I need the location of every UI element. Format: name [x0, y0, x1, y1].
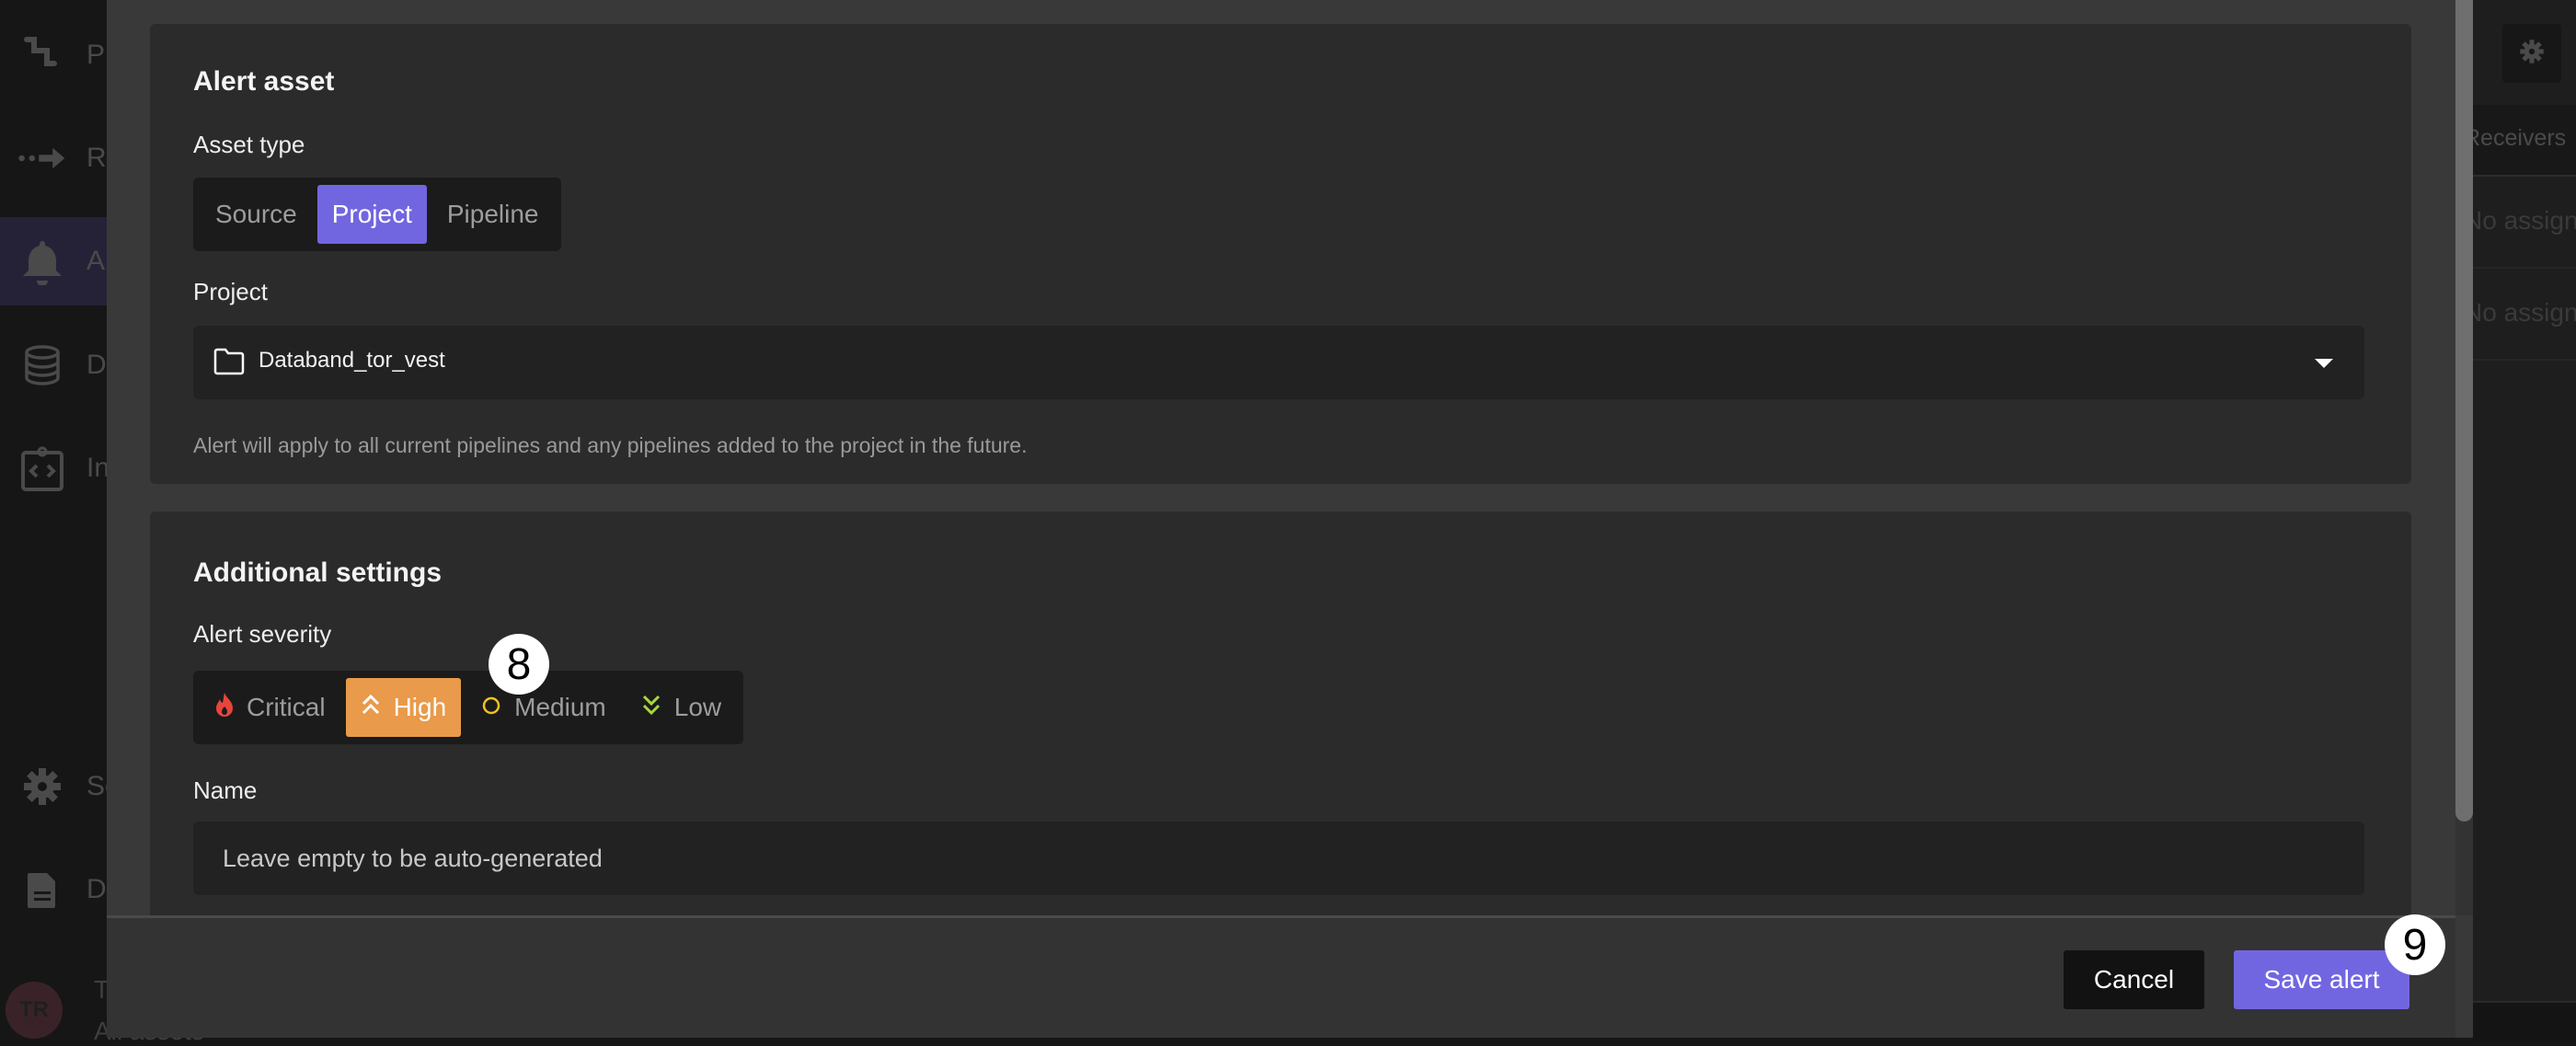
severity-switcher: Critical High Medium	[193, 671, 743, 744]
severity-medium[interactable]: Medium	[466, 678, 621, 737]
bell-icon	[17, 236, 68, 287]
project-help-text: Alert will apply to all current pipeline…	[193, 433, 1028, 458]
caret-down-icon	[2315, 359, 2333, 368]
gear-icon	[17, 761, 68, 812]
double-chevron-down-icon	[641, 693, 661, 723]
alert-asset-card: Alert asset Asset type Source Project Pi…	[150, 24, 2411, 484]
save-alert-button[interactable]: Save alert	[2234, 950, 2409, 1009]
folder-icon	[213, 348, 245, 380]
column-header: Receivers	[2464, 125, 2566, 152]
section-title: Alert asset	[193, 66, 334, 98]
gear-icon	[2519, 39, 2545, 69]
table-row: No assignees	[2473, 270, 2576, 361]
circle-icon	[481, 693, 501, 722]
severity-label: Alert severity	[193, 620, 331, 649]
modal-scrollbar[interactable]	[2455, 0, 2473, 915]
flame-icon	[215, 692, 234, 724]
severity-label-text: High	[394, 693, 447, 722]
additional-settings-card: Additional settings Alert severity Criti…	[150, 512, 2411, 915]
name-label: Name	[193, 776, 257, 805]
modal-footer: Cancel Save alert	[107, 915, 2455, 1038]
runs-arrow-icon	[17, 132, 68, 184]
double-chevron-up-icon	[361, 693, 381, 723]
severity-high[interactable]: High	[346, 678, 462, 737]
bottom-strip	[2473, 1001, 2576, 1041]
section-title: Additional settings	[193, 557, 442, 589]
asset-type-project[interactable]: Project	[317, 185, 427, 244]
step-badge-8: 8	[489, 634, 549, 695]
asset-type-switcher: Source Project Pipeline	[193, 178, 561, 251]
severity-critical[interactable]: Critical	[201, 678, 340, 737]
step-badge-9: 9	[2385, 914, 2445, 975]
asset-type-pipeline[interactable]: Pipeline	[432, 185, 554, 244]
table-header-receivers: Receivers	[2473, 105, 2576, 177]
pipeline-icon	[17, 29, 68, 81]
asset-type-label: Asset type	[193, 131, 305, 159]
receivers-cell: No assignees	[2464, 206, 2576, 236]
settings-button[interactable]	[2502, 24, 2561, 83]
create-alert-modal: Alert asset Asset type Source Project Pi…	[107, 0, 2473, 1038]
avatar[interactable]: TR	[6, 982, 63, 1039]
project-label: Project	[193, 278, 268, 306]
document-icon	[17, 864, 68, 915]
scrollbar-thumb[interactable]	[2455, 0, 2473, 822]
severity-low[interactable]: Low	[627, 678, 736, 737]
name-input[interactable]	[193, 822, 2364, 895]
background-right-panel: Receivers No assignees No assignees	[2473, 0, 2576, 1041]
asset-type-source[interactable]: Source	[201, 185, 312, 244]
table-row: No assignees	[2473, 178, 2576, 269]
severity-label-text: Low	[674, 693, 721, 722]
project-select-value: Databand_tor_vest	[259, 348, 445, 374]
severity-label-text: Critical	[247, 693, 326, 722]
database-icon	[17, 339, 68, 391]
cancel-button[interactable]: Cancel	[2064, 950, 2204, 1009]
severity-label-text: Medium	[514, 693, 606, 722]
clipboard-code-icon	[17, 443, 68, 494]
project-select[interactable]: Databand_tor_vest	[193, 326, 2364, 399]
modal-scroll-area: Alert asset Asset type Source Project Pi…	[107, 0, 2455, 915]
receivers-cell: No assignees	[2464, 298, 2576, 328]
